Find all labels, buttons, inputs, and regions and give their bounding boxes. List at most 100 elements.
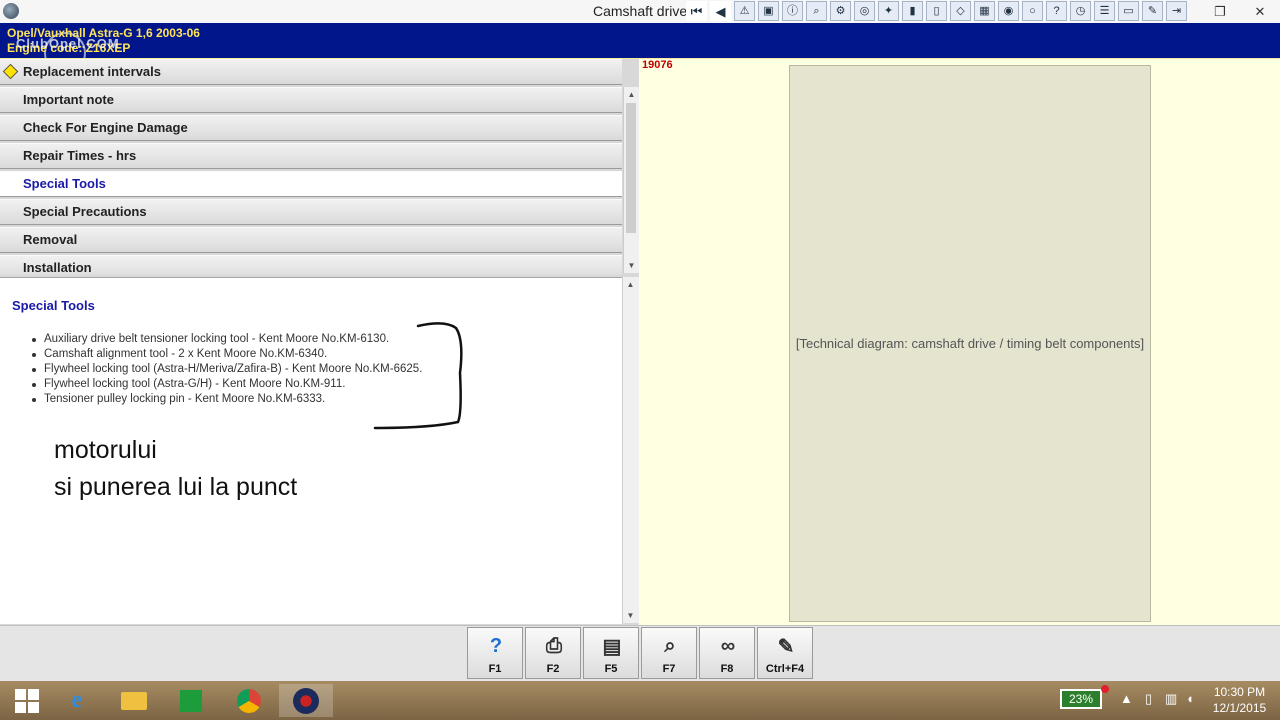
search-icon[interactable]: ⌕ — [806, 1, 827, 21]
store-icon — [180, 689, 202, 712]
diagram-image[interactable]: [Technical diagram: camshaft drive / tim… — [789, 65, 1151, 622]
close-icon[interactable]: ✕ — [1240, 0, 1280, 23]
function-key-label: F5 — [604, 663, 618, 675]
book-icon: ▤ — [602, 635, 622, 658]
scroll-up-icon[interactable]: ▲ — [623, 277, 638, 292]
content-heading: Special Tools — [12, 298, 95, 313]
menu-item[interactable]: Special Precautions — [0, 199, 622, 225]
clock-icon[interactable]: ◷ — [1070, 1, 1091, 21]
logo-watermark: ClubOpel.COM — [16, 36, 120, 51]
settings-icon[interactable]: ☰ — [1094, 1, 1115, 21]
left-pane: Replacement intervals Important note Check… — [0, 59, 639, 625]
zoom-diagram-icon: ⌕ — [664, 634, 676, 657]
battery-icon[interactable]: ▯ — [1145, 691, 1152, 707]
content-scrollbar[interactable]: ▲ ▼ — [622, 277, 639, 623]
taskbar-app-store[interactable] — [164, 684, 218, 717]
title-bar: Camshaft drive ⏮ ◀ ⚠ ▣ ⓘ ⌕ ⚙ ◎ ✦ ▮ ▯ ◇ ▦ ◉ ○? ◷ ☰ ▭ ✎ ⇥ ❐ ✕ — [0, 0, 1280, 24]
bookmark-icon[interactable]: ▮ — [902, 1, 923, 21]
engine-icon[interactable]: ◎ — [854, 1, 875, 21]
menu-item-label: Repair Times - hrs — [23, 148, 137, 163]
belt-icon: ∞ — [720, 634, 736, 657]
menu-item[interactable]: Replacement intervals — [0, 59, 622, 85]
help-icon: ? — [489, 634, 503, 657]
first-page-icon[interactable]: ⏮ — [686, 1, 707, 21]
function-key-label: F8 — [720, 663, 734, 675]
function-key-f8[interactable]: ∞ F8 — [699, 627, 755, 679]
function-key-ctrl-f4[interactable]: ✎ Ctrl+F4 — [757, 627, 813, 679]
menu-item-label: Removal — [23, 232, 78, 247]
menu-scroll-thumb[interactable] — [626, 103, 636, 233]
window-controls: ❐ ✕ — [1200, 0, 1280, 23]
menu-item-label: Installation — [23, 260, 92, 275]
menu-item[interactable]: Installation — [0, 255, 622, 275]
vehicle-header: Opel/Vauxhall Astra-G 1,6 2003-06 Engine… — [0, 23, 1280, 74]
tyre-icon[interactable]: ○ — [1022, 1, 1043, 21]
oil-icon[interactable]: ◉ — [998, 1, 1019, 21]
function-key-label: F7 — [662, 663, 676, 675]
function-key-f2[interactable]: ⎙ F2 — [525, 627, 581, 679]
print-icon: ⎙ — [546, 634, 562, 657]
volume-icon[interactable]: ◖ — [1186, 691, 1194, 706]
battery-icon[interactable]: ▯ — [926, 1, 947, 21]
parts-icon[interactable]: ◇ — [950, 1, 971, 21]
taskbar-app-chrome[interactable] — [222, 684, 276, 717]
function-key-f7[interactable]: ⌕ F7 — [641, 627, 697, 679]
menu-scrollbar[interactable]: ▲ ▼ — [623, 87, 639, 273]
back-icon[interactable]: ◀ — [710, 1, 731, 21]
menu-item[interactable]: Important note — [0, 87, 622, 113]
clock-time[interactable]: 10:30 PM — [1212, 685, 1267, 699]
chrome-icon — [237, 688, 261, 713]
car-icon[interactable]: ▭ — [1118, 1, 1139, 21]
diagram-id: 19076 — [642, 59, 673, 71]
menu-item[interactable]: Removal — [0, 227, 622, 253]
scroll-down-icon[interactable]: ▼ — [624, 258, 639, 273]
taskbar-app-ie[interactable]: e — [50, 684, 104, 717]
exit-icon[interactable]: ⇥ — [1166, 1, 1187, 21]
notes-icon: ✎ — [777, 635, 795, 658]
menu-item[interactable]: Check For Engine Damage — [0, 115, 622, 141]
diagram-pane: 19076 [Technical diagram: camshaft drive… — [639, 59, 1280, 625]
show-hidden-icons-icon[interactable]: ▲ — [1120, 691, 1133, 706]
chip-icon[interactable]: ▦ — [974, 1, 995, 21]
list-item: Flywheel locking tool (Astra-G/H) - Kent… — [31, 377, 422, 392]
file-explorer-icon — [121, 691, 147, 710]
clock-date[interactable]: 12/1/2015 — [1212, 701, 1267, 715]
app-icon[interactable] — [3, 3, 19, 19]
help-icon[interactable]: ? — [1046, 1, 1067, 21]
function-key-f5[interactable]: ▤ F5 — [583, 627, 639, 679]
function-key-bar: ? F1 ⎙ F2 ▤ F5 ⌕ F7 ∞ F8 ✎ Ctrl+F4 — [0, 625, 1280, 682]
print-screen-icon[interactable]: ▣ — [758, 1, 779, 21]
taskbar: e 23% ▲ ▯ ▥ ◖ 10:30 PM 12/1/2015 — [0, 681, 1280, 720]
scroll-down-icon[interactable]: ▼ — [623, 608, 638, 623]
function-key-f1[interactable]: ? F1 — [467, 627, 523, 679]
start-button[interactable] — [0, 684, 54, 717]
list-item: Auxiliary drive belt tensioner locking t… — [31, 332, 422, 347]
taskbar-app-explorer[interactable] — [107, 684, 161, 717]
battery-meter[interactable]: 23% — [1060, 689, 1102, 709]
function-key-label: F2 — [546, 663, 560, 675]
internet-explorer-icon: e — [71, 687, 83, 713]
network-icon[interactable]: ▥ — [1165, 691, 1177, 707]
toolbar: ⏮ ◀ ⚠ ▣ ⓘ ⌕ ⚙ ◎ ✦ ▮ ▯ ◇ ▦ ◉ ○? ◷ ☰ ▭ ✎ ⇥ — [686, 1, 1190, 22]
list-item: Tensioner pulley locking pin - Kent Moor… — [31, 392, 422, 407]
warning-icon[interactable]: ⚠ — [734, 1, 755, 21]
annotation-line: motorului — [54, 436, 157, 464]
function-key-label: F1 — [488, 663, 502, 675]
menu-item-label: Replacement intervals — [23, 64, 162, 79]
scroll-up-icon[interactable]: ▲ — [624, 87, 639, 102]
menu-item[interactable]: Repair Times - hrs — [0, 143, 622, 169]
menu-item-label: Check For Engine Damage — [23, 120, 188, 135]
menu-item-label: Special Tools — [23, 176, 106, 191]
menu-item[interactable]: Special Tools — [0, 171, 622, 197]
function-key-label: Ctrl+F4 — [765, 663, 805, 675]
info-icon[interactable]: ⓘ — [782, 1, 803, 21]
content-panel: Special Tools Auxiliary drive belt tensi… — [0, 277, 622, 624]
taskbar-app-autodata[interactable] — [279, 684, 333, 717]
tools-icon[interactable]: ⚙ — [830, 1, 851, 21]
restore-icon[interactable]: ❐ — [1200, 0, 1240, 23]
handwritten-annotation: motorului si punerea lui la punct — [54, 432, 297, 506]
record-indicator-icon — [1101, 685, 1109, 693]
notes-icon[interactable]: ✎ — [1142, 1, 1163, 21]
wrench-icon[interactable]: ✦ — [878, 1, 899, 21]
window-title: Camshaft drive — [593, 3, 688, 19]
